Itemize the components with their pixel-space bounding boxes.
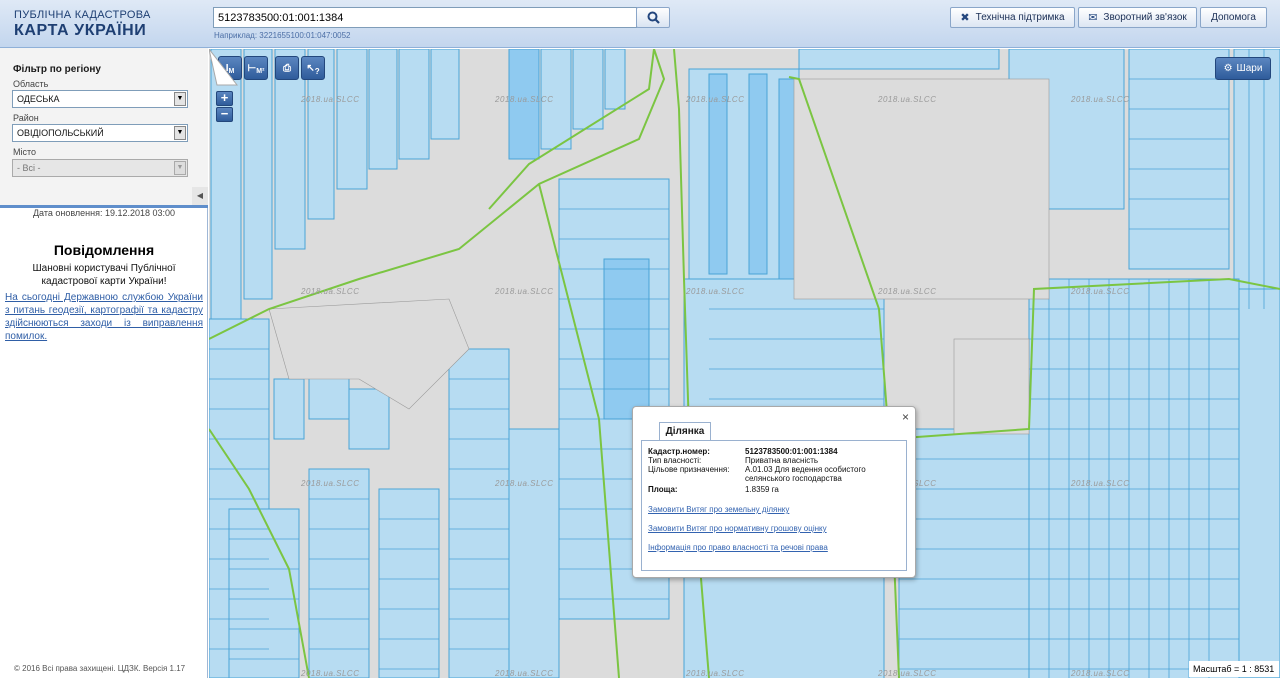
chevron-down-icon: ▼ — [174, 126, 186, 140]
purpose-value: А.01.03 Для ведення особистого селянсько… — [745, 465, 866, 483]
layers-label: Шари — [1236, 63, 1263, 74]
tools-icon: ✖ — [960, 12, 970, 24]
watermark: 2018.ua.SLCC — [1071, 287, 1130, 296]
ownership-label: Тип власності: — [648, 456, 702, 465]
region-label: Область — [13, 79, 49, 89]
purpose-row: Цільове призначення: А.01.03 Для ведення… — [648, 465, 904, 483]
region-filter: Фільтр по регіону Область ОДЕСЬКА ▼ Райо… — [0, 48, 208, 208]
feedback-label: Зворотний зв'язок — [1103, 12, 1187, 23]
city-select[interactable]: - Всі - ▼ — [12, 159, 188, 177]
search-input[interactable] — [213, 7, 637, 28]
ownership-rights-link[interactable]: Інформація про право власності та речові… — [648, 543, 828, 552]
purpose-label: Цільове призначення: — [648, 465, 730, 474]
region-value: ОДЕСЬКА — [17, 94, 60, 104]
watermark: 2018.ua.SLCC — [686, 95, 745, 104]
logo[interactable]: ПУБЛІЧНА КАДАСТРОВА КАРТА УКРАЇНИ — [14, 9, 151, 40]
map-canvas[interactable]: 2018.ua.SLCC 2018.ua.SLCC 2018.ua.SLCC 2… — [209, 49, 1280, 678]
watermark: 2018.ua.SLCC — [495, 287, 554, 296]
cursor-icon: ↖ — [306, 62, 315, 74]
gear-icon: ⚙ — [1223, 63, 1233, 74]
watermark: 2018.ua.SLCC — [301, 479, 360, 488]
watermark: 2018.ua.SLCC — [495, 479, 554, 488]
watermark: 2018.ua.SLCC — [495, 669, 554, 678]
copyright: © 2016 Всі права захищені. ЦДЗК. Версія … — [14, 664, 186, 673]
parcel-popup: × Ділянка Кадастр.номер: 5123783500:01:0… — [632, 406, 916, 578]
logo-line2: КАРТА УКРАЇНИ — [14, 22, 147, 39]
area-label: Площа: — [648, 485, 678, 494]
cadastral-map-layer — [209, 49, 1280, 678]
watermark: 2018.ua.SLCC — [495, 95, 554, 104]
tab-parcel[interactable]: Ділянка — [659, 422, 711, 440]
print-button[interactable]: ⎙ — [275, 56, 299, 80]
printer-icon: ⎙ — [283, 62, 291, 74]
watermark: 2018.ua.SLCC — [1071, 479, 1130, 488]
district-value: ОВІДІОПОЛЬСЬКИЙ — [17, 128, 104, 138]
chevron-down-icon: ▼ — [174, 92, 186, 106]
watermark: 2018.ua.SLCC — [301, 287, 360, 296]
watermark: 2018.ua.SLCC — [1071, 95, 1130, 104]
filter-title: Фільтр по регіону — [13, 64, 101, 75]
search-icon — [647, 11, 660, 24]
watermark: 2018.ua.SLCC — [686, 669, 745, 678]
watermark: 2018.ua.SLCC — [301, 95, 360, 104]
message-link[interactable]: На сьогодні Державною службою України з … — [5, 291, 203, 343]
message-body: Шановні користувачі Публічної кадастрово… — [32, 263, 176, 287]
sidebar: Фільтр по регіону Область ОДЕСЬКА ▼ Райо… — [0, 48, 208, 678]
update-date: Дата оновлення: 19.12.2018 03:00 — [32, 208, 176, 218]
watermark: 2018.ua.SLCC — [1071, 669, 1130, 678]
parcel-info-panel: Кадастр.номер: 5123783500:01:001:1384 Ти… — [641, 440, 907, 571]
search-button[interactable] — [636, 7, 670, 28]
chevron-down-icon: ▼ — [174, 161, 186, 175]
district-select[interactable]: ОВІДІОПОЛЬСЬКИЙ ▼ — [12, 124, 188, 142]
order-valuation-link[interactable]: Замовити Витяг про нормативну грошову оц… — [648, 524, 827, 533]
watermark: 2018.ua.SLCC — [878, 669, 937, 678]
logo-line1: ПУБЛІЧНА КАДАСТРОВА — [14, 9, 151, 21]
city-value: - Всі - — [17, 163, 41, 173]
watermark: 2018.ua.SLCC — [686, 287, 745, 296]
collapse-sidebar-button[interactable]: ◀ — [192, 187, 208, 205]
feedback-button[interactable]: ✉ Зворотний зв'язок — [1078, 7, 1197, 28]
zoom-out-button[interactable]: − — [216, 107, 233, 122]
region-select[interactable]: ОДЕСЬКА ▼ — [12, 90, 188, 108]
close-icon[interactable]: × — [902, 410, 909, 424]
cadastral-label: Кадастр.номер: — [648, 447, 710, 456]
cadastral-value: 5123783500:01:001:1384 — [745, 447, 838, 456]
order-extract-link[interactable]: Замовити Витяг про земельну ділянку — [648, 505, 789, 514]
search-hint: Наприклад: 3221655100:01:047:0052 — [214, 31, 351, 40]
watermark: 2018.ua.SLCC — [878, 287, 937, 296]
area-value: 1.8359 га — [745, 485, 779, 494]
message-title: Повідомлення — [53, 242, 155, 258]
help-label: Допомога — [1211, 12, 1256, 23]
envelope-icon: ✉ — [1088, 12, 1098, 24]
zoom-in-button[interactable]: + — [216, 91, 233, 106]
help-button[interactable]: Допомога — [1200, 7, 1267, 28]
watermark: 2018.ua.SLCC — [878, 95, 937, 104]
support-button[interactable]: ✖ Технічна підтримка — [950, 7, 1075, 28]
layers-button[interactable]: ⚙ Шари — [1215, 57, 1271, 80]
identify-button[interactable]: ↖? — [301, 56, 325, 80]
support-label: Технічна підтримка — [975, 12, 1065, 23]
city-label: Місто — [13, 147, 37, 157]
header: ПУБЛІЧНА КАДАСТРОВА КАРТА УКРАЇНИ Наприк… — [0, 0, 1280, 48]
watermark: 2018.ua.SLCC — [301, 669, 360, 678]
scale-indicator: Масштаб = 1 : 8531 — [1189, 661, 1279, 677]
district-label: Район — [13, 113, 39, 123]
popup-pointer — [209, 49, 239, 86]
ownership-value: Приватна власність — [745, 456, 819, 465]
